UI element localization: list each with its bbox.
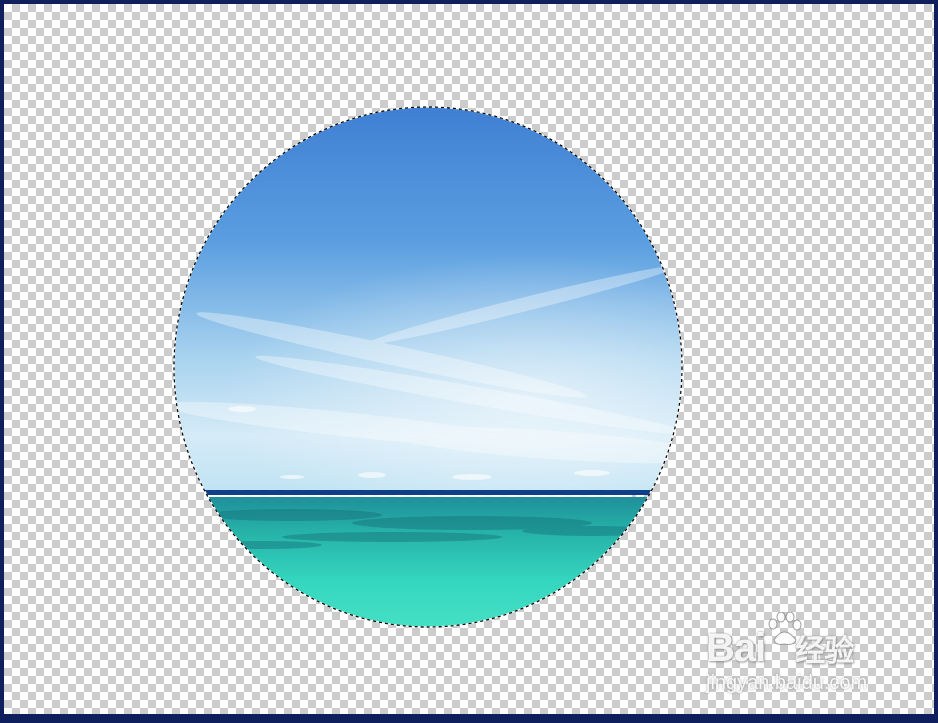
circle-image-svg: [173, 106, 683, 628]
transparent-canvas[interactable]: Bai 经验 jingyan.baidu.com: [4, 4, 934, 714]
watermark-url: jingyan.baidu.com: [706, 672, 868, 694]
baidu-watermark: Bai 经验 jingyan.baidu.com: [706, 612, 886, 694]
watermark-logo-text: Bai 经验: [706, 626, 854, 670]
baidu-paw-icon: [768, 612, 802, 645]
circular-selection-image[interactable]: [172, 105, 684, 629]
